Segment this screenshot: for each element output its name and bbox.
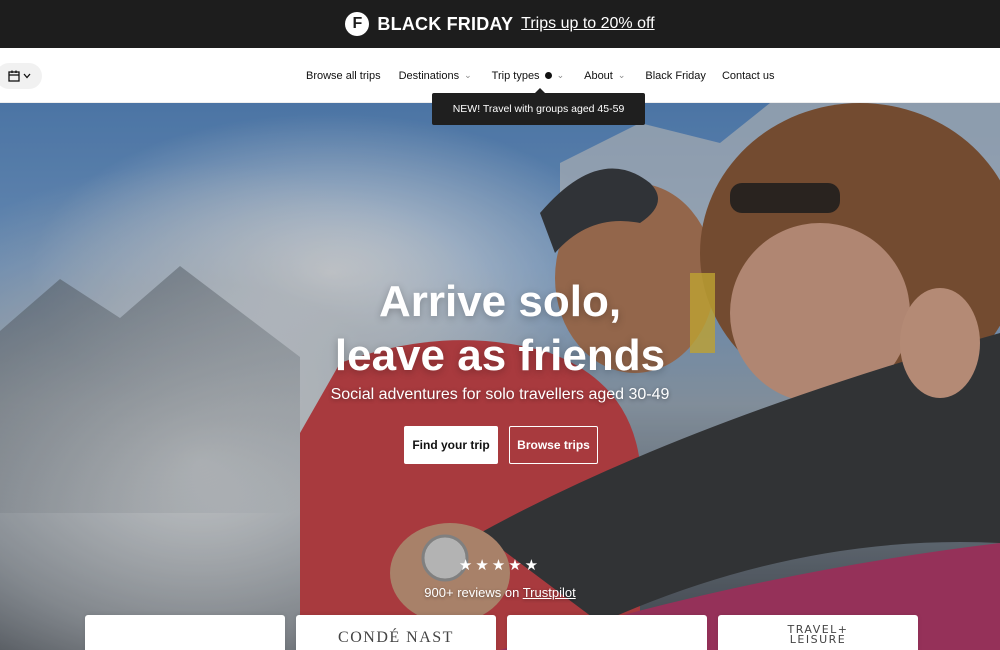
find-your-trip-button[interactable]: Find your trip [404,426,498,464]
reviews-summary: 900+ reviews on Trustpilot [0,585,1000,600]
browse-trips-button[interactable]: Browse trips [509,426,598,464]
nav-item-label: About [584,69,613,82]
press-card: CONDÉ NAST [296,615,496,650]
press-card [85,615,285,650]
hero-title: Arrive solo, leave as friends [0,275,1000,383]
nav-item-black-friday[interactable]: Black Friday [645,70,706,82]
calendar-icon [7,70,20,82]
nav-item-browse-all-trips[interactable]: Browse all trips [306,70,381,82]
nav-item-about[interactable]: About ⌄ [584,70,625,82]
press-card [507,615,707,650]
calendar-button[interactable] [0,63,42,89]
new-trip-type-tooltip[interactable]: NEW! Travel with groups aged 45-59 [432,88,645,125]
nav-item-contact-us[interactable]: Contact us [722,70,775,82]
nav-item-label: Trip types [491,69,540,82]
rating-stars-icon: ★★★★★ [458,557,542,574]
nav-item-label: Contact us [721,69,775,82]
chevron-down-icon: ⌄ [464,70,472,80]
chevron-down-icon: ⌄ [617,70,626,80]
chevron-down-icon [23,73,30,79]
travel-leisure-logo: TRAVEL+ LEISURE [787,623,849,646]
press-logos: CONDÉ NAST TRAVEL+ LEISURE [0,615,1000,650]
nav-item-label: Destinations [398,69,460,82]
trustpilot-link[interactable]: Trustpilot [523,585,576,600]
chevron-down-icon: ⌄ [556,70,565,80]
promo-bar: F BLACK FRIDAY Trips up to 20% off [0,0,1000,48]
press-card: TRAVEL+ LEISURE [718,615,918,650]
promo-title: BLACK FRIDAY [377,13,514,34]
reviews-prefix: 900+ reviews on [424,585,523,600]
hero-content: Arrive solo, leave as friends Social adv… [0,103,1000,650]
notification-dot-icon [544,72,552,79]
nav-item-label: Browse all trips [306,69,381,82]
nav-item-destinations[interactable]: Destinations ⌄ [399,70,472,82]
hero-subtitle: Social adventures for solo travellers ag… [330,386,670,403]
hero-title-line-1: Arrive solo, [378,277,622,326]
hero-section: Arrive solo, leave as friends Social adv… [0,103,1000,650]
nav-item-label: Black Friday [645,69,706,82]
nav-item-trip-types[interactable]: Trip types ⌄ [492,70,564,82]
brand-logo-icon: F [345,12,370,36]
hero-title-line-2: leave as friends [334,331,666,380]
promo-link[interactable]: Trips up to 20% off [521,15,654,33]
conde-nast-logo: CONDÉ NAST [338,629,454,646]
